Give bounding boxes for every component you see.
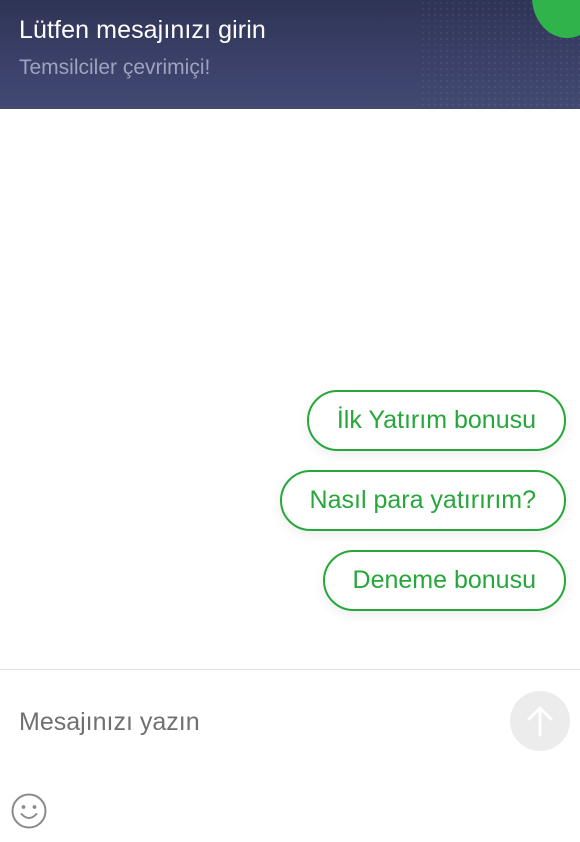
emoji-button[interactable] [10, 792, 48, 830]
message-input[interactable] [19, 704, 489, 740]
quick-reply-trial-bonus[interactable]: Deneme bonusu [322, 550, 566, 611]
quick-reply-first-deposit-bonus[interactable]: İlk Yatırım bonusu [306, 390, 566, 451]
arrow-up-icon [527, 706, 553, 737]
quick-reply-how-to-deposit[interactable]: Nasıl para yatırırım? [279, 470, 566, 531]
message-area: İlk Yatırım bonusu Nasıl para yatırırım?… [0, 109, 580, 669]
header-title: Lütfen mesajınızı girin [19, 16, 266, 44]
header-subtitle: Temsilciler çevrimiçi! [19, 56, 211, 79]
send-button[interactable] [510, 691, 570, 751]
chat-widget: Lütfen mesajınızı girin Temsilciler çevr… [0, 0, 580, 842]
chat-header: Lütfen mesajınızı girin Temsilciler çevr… [0, 0, 580, 109]
message-composer [0, 670, 580, 842]
smiley-icon [11, 793, 47, 829]
